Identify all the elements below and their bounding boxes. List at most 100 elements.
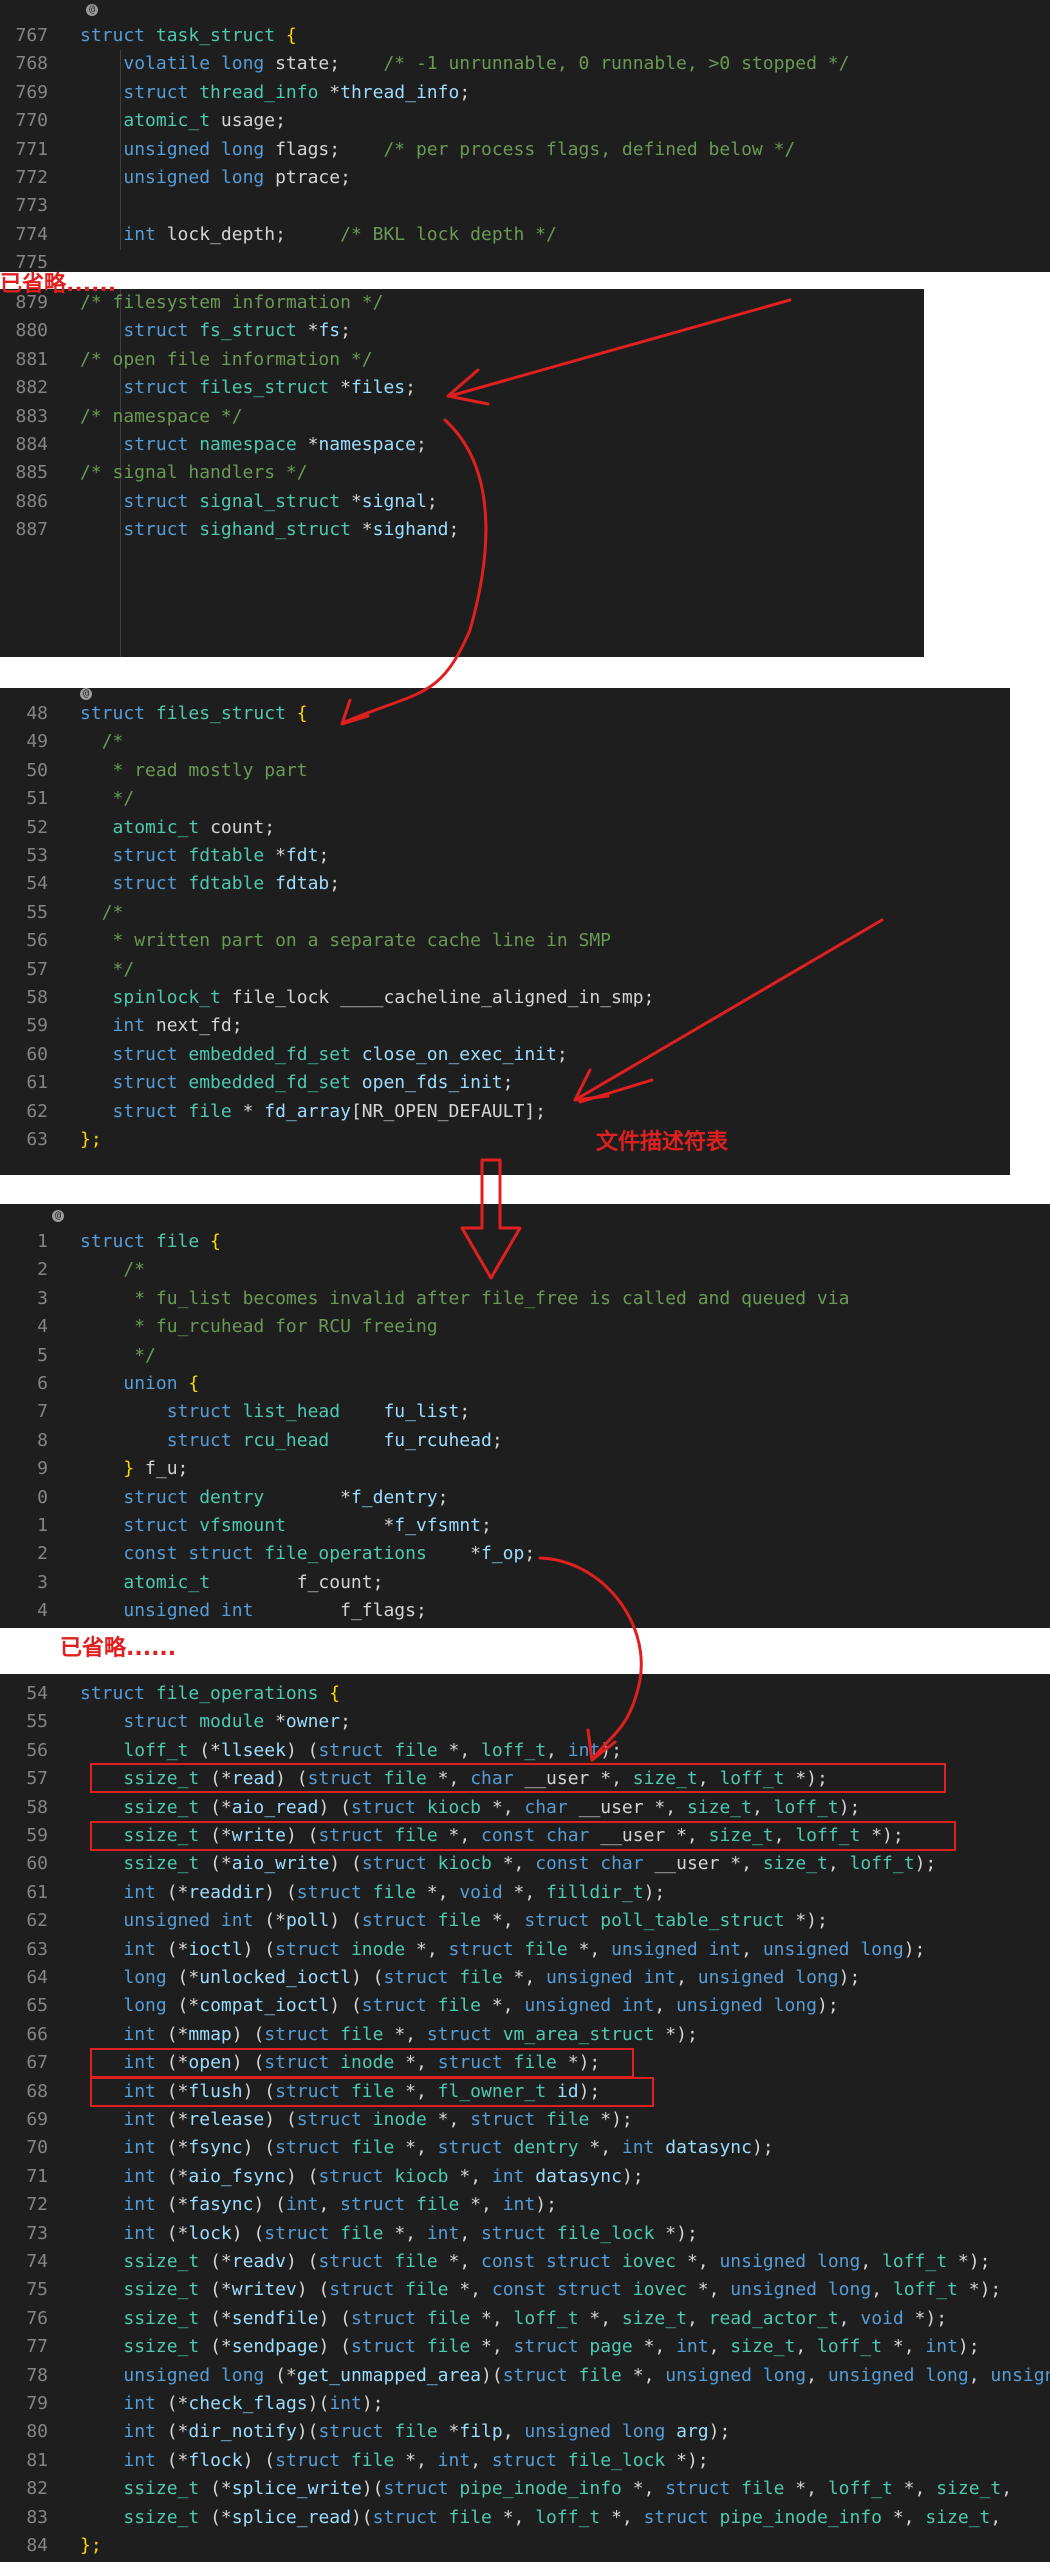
code-line[interactable]: 2 /* — [0, 1256, 1050, 1284]
code-line[interactable]: 53 struct fdtable *fdt; — [0, 842, 1010, 870]
code-line[interactable]: 9 } f_u; — [0, 1455, 1050, 1483]
code-line[interactable]: 55 /* — [0, 899, 1010, 927]
code-line[interactable]: 884 struct namespace *namespace; — [0, 431, 924, 459]
code-line[interactable]: 83 ssize_t (*splice_read)(struct file *,… — [0, 2504, 1050, 2532]
code-line[interactable]: 0 struct dentry *f_dentry; — [0, 1484, 1050, 1512]
code-line[interactable]: 774 int lock_depth; /* BKL lock depth */ — [0, 221, 1050, 249]
code-line[interactable]: 84}; — [0, 2532, 1050, 2560]
code-line[interactable]: 50 * read mostly part — [0, 757, 1010, 785]
code-line[interactable]: 881 /* open file information */ — [0, 346, 924, 374]
code-line[interactable]: 4 * fu_rcuhead for RCU freeing — [0, 1313, 1050, 1341]
line-number: 66 — [26, 2023, 48, 2045]
code-line[interactable]: 74 ssize_t (*readv) (struct file *, cons… — [0, 2248, 1050, 2276]
code-line[interactable]: 80 int (*dir_notify)(struct file *filp, … — [0, 2418, 1050, 2446]
code-line[interactable]: 76 ssize_t (*sendfile) (struct file *, l… — [0, 2305, 1050, 2333]
code-token: (* — [210, 1796, 232, 1818]
code-line[interactable]: 54 struct file_operations { — [0, 1680, 1050, 1708]
code-token: struct — [123, 1711, 200, 1733]
code-line[interactable]: 78 unsigned long (*get_unmapped_area)(st… — [0, 2362, 1050, 2390]
code-line[interactable]: 772 unsigned long ptrace; — [0, 164, 1050, 192]
code-line[interactable]: 79 int (*check_flags)(int); — [0, 2390, 1050, 2418]
code-line[interactable]: 883 /* namespace */ — [0, 403, 924, 431]
code-line[interactable]: 879/* filesystem information */ — [0, 289, 924, 317]
code-line[interactable]: 57 */ — [0, 956, 1010, 984]
code-line[interactable]: 773 — [0, 192, 1050, 220]
code-line[interactable]: 768 volatile long state; /* -1 unrunnabl… — [0, 50, 1050, 78]
code-line[interactable]: 77 ssize_t (*sendpage) (struct file *, s… — [0, 2333, 1050, 2361]
code-line[interactable]: 882 struct files_struct *files; — [0, 374, 924, 402]
code-token: fu_list — [383, 1401, 460, 1423]
code-line[interactable]: 59 int next_fd; — [0, 1012, 1010, 1040]
code-token: aio_write — [231, 1853, 330, 1875]
code-line[interactable]: 887 struct sighand_struct *sighand; — [0, 516, 924, 544]
code-line[interactable]: 60 ssize_t (*aio_write) (struct kiocb *,… — [0, 1850, 1050, 1878]
code-line[interactable]: 81 int (*flock) (struct file *, int, str… — [0, 2447, 1050, 2475]
code-line[interactable]: 771 unsigned long flags; /* per process … — [0, 136, 1050, 164]
code-line[interactable]: 886 struct signal_struct *signal; — [0, 488, 924, 516]
code-token: (* — [210, 2336, 232, 2358]
code-line[interactable]: 66 int (*mmap) (struct file *, struct vm… — [0, 2021, 1050, 2049]
code-line[interactable]: 48 struct files_struct { — [0, 700, 1010, 728]
code-line[interactable]: 71 int (*aio_fsync) (struct kiocb *, int… — [0, 2163, 1050, 2191]
code-line[interactable]: 7 struct list_head fu_list; — [0, 1398, 1050, 1426]
code-line[interactable]: 60 struct embedded_fd_set close_on_exec_… — [0, 1041, 1010, 1069]
code-line[interactable]: 4 unsigned int f_flags; — [0, 1597, 1050, 1625]
code-line[interactable]: 49 /* — [0, 728, 1010, 756]
code-line[interactable]: 6 union { — [0, 1370, 1050, 1398]
code-line[interactable]: 64 long (*unlocked_ioctl) (struct file *… — [0, 1964, 1050, 1992]
code-line[interactable]: 75 ssize_t (*writev) (struct file *, con… — [0, 2276, 1050, 2304]
code-token: *); — [676, 2449, 709, 2471]
code-line[interactable]: 3 * fu_list becomes invalid after file_f… — [0, 1285, 1050, 1313]
code-line[interactable]: 8 struct rcu_head fu_rcuhead; — [0, 1427, 1050, 1455]
code-line[interactable]: 65 long (*compat_ioctl) (struct file *, … — [0, 1992, 1050, 2020]
code-token: (* — [177, 1967, 200, 1988]
code-line[interactable]: 73 int (*lock) (struct file *, int, stru… — [0, 2220, 1050, 2248]
code-line[interactable]: 56 loff_t (*llseek) (struct file *, loff… — [0, 1737, 1050, 1765]
code-line[interactable]: 3 atomic_t f_count; — [0, 1569, 1050, 1597]
codelens-icon[interactable]: @ — [80, 688, 92, 700]
code-line[interactable]: 51 */ — [0, 785, 1010, 813]
code-line[interactable]: 58 ssize_t (*aio_read) (struct kiocb *, … — [0, 1794, 1050, 1822]
code-line[interactable]: 775 — [0, 249, 1050, 272]
code-line[interactable]: 62 unsigned int (*poll) (struct file *, … — [0, 1907, 1050, 1935]
code-line[interactable]: 52 atomic_t count; — [0, 814, 1010, 842]
code-line[interactable]: 1 struct file { — [0, 1228, 1050, 1256]
code-line[interactable]: 1 struct vfsmount *f_vfsmnt; — [0, 1512, 1050, 1540]
code-line[interactable]: 769 struct thread_info *thread_info; — [0, 79, 1050, 107]
code-line[interactable]: 880 struct fs_struct *fs; — [0, 317, 924, 345]
code-line[interactable]: 56 * written part on a separate cache li… — [0, 927, 1010, 955]
code-token: unsigned int — [524, 1995, 655, 2017]
code-line[interactable]: 72 int (*fasync) (int, struct file *, in… — [0, 2191, 1050, 2219]
code-token: , — [502, 2421, 525, 2443]
code-line[interactable]: 58 spinlock_t file_lock ____cacheline_al… — [0, 984, 1010, 1012]
code-line[interactable]: 61 struct embedded_fd_set open_fds_init; — [0, 1069, 1010, 1097]
code-text: atomic_t count; — [80, 814, 276, 842]
code-line[interactable]: 69 int (*release) (struct inode *, struc… — [0, 2106, 1050, 2134]
code-line[interactable]: 63 int (*ioctl) (struct inode *, struct … — [0, 1936, 1050, 1964]
code-line[interactable]: 62 struct file * fd_array[NR_OPEN_DEFAUL… — [0, 1098, 1010, 1126]
code-line[interactable]: 54 struct fdtable fdtab; — [0, 870, 1010, 898]
code-line[interactable]: 55 struct module *owner; — [0, 1708, 1050, 1736]
code-line[interactable]: 770 atomic_t usage; — [0, 107, 1050, 135]
code-token: files_struct — [199, 377, 341, 399]
code-token: */ — [101, 958, 135, 980]
code-line[interactable]: 885 /* signal handlers */ — [0, 459, 924, 487]
code-line[interactable]: 2 const struct file_operations *f_op; — [0, 1540, 1050, 1568]
code-token: long — [123, 1995, 178, 2017]
code-token: struct — [513, 2336, 590, 2358]
code-line[interactable]: 61 int (*readdir) (struct file *, void *… — [0, 1879, 1050, 1907]
code-line[interactable]: 82 ssize_t (*splice_write)(struct pipe_i… — [0, 2475, 1050, 2503]
code-token: size_t — [686, 1796, 752, 1818]
code-line[interactable]: 63}; — [0, 1126, 1010, 1154]
line-number: 882 — [15, 377, 48, 399]
code-line[interactable]: 5 */ — [0, 1342, 1050, 1370]
code-token: page — [589, 2336, 644, 2358]
code-line[interactable]: 767 struct task_struct { — [0, 22, 1050, 50]
code-token: *, — [589, 2137, 622, 2159]
codelens-icon[interactable]: @ — [86, 4, 98, 16]
codelens-icon[interactable]: @ — [52, 1210, 64, 1222]
code-line[interactable]: 70 int (*fsync) (struct file *, struct d… — [0, 2134, 1050, 2162]
